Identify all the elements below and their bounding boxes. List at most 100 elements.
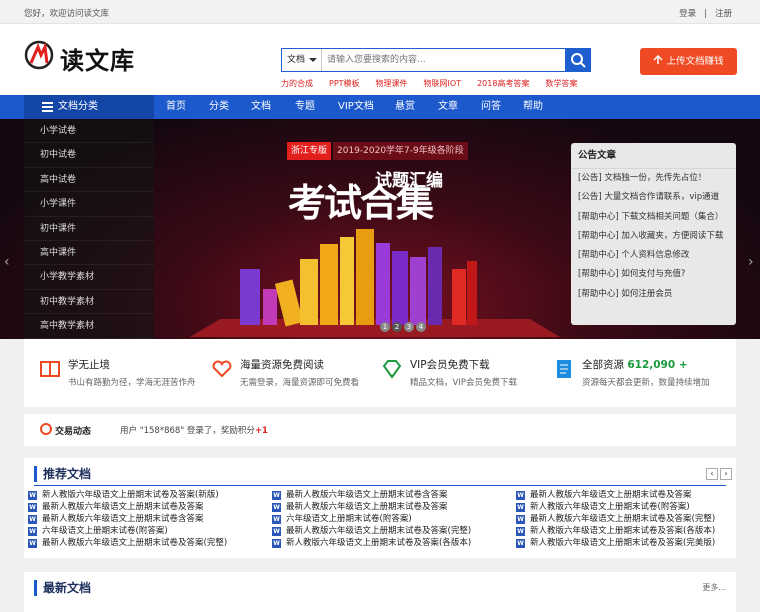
- doc-link[interactable]: W 最新人教版六年级语文上册期末试卷及答案(完整): [272, 525, 471, 537]
- doc-link[interactable]: W 最新人教版六年级语文上册期末试卷及答案(完整): [28, 537, 227, 549]
- category-item[interactable]: 初中试卷: [24, 143, 154, 168]
- prev-page-button[interactable]: ‹: [706, 468, 718, 480]
- feature-title: 全部资源 612,090 +: [582, 357, 688, 372]
- notice-item[interactable]: [帮助中心] 如何注册会员: [571, 285, 736, 304]
- trade-activity: 交易动态 用户 "158*868" 登录了，奖励积分+1: [24, 414, 736, 446]
- notice-item[interactable]: [帮助中心] 如何支付与充值?: [571, 265, 736, 284]
- nav-item-help[interactable]: 帮助: [523, 95, 543, 119]
- doc-link[interactable]: W 新人教版六年级语文上册期末试卷及答案(新版): [28, 489, 227, 501]
- feature-title-text: 全部资源: [582, 359, 624, 371]
- next-page-button[interactable]: ›: [720, 468, 732, 480]
- prev-arrow-icon[interactable]: ‹: [4, 254, 10, 270]
- recommended-panel: 推荐文档 ‹ › W 新人教版六年级语文上册期末试卷及答案(新版) W 最新人教版六…: [24, 458, 736, 558]
- doc-link[interactable]: W 新人教版六年级语文上册期末试卷及答案(各版本): [516, 525, 715, 537]
- search-type-select[interactable]: 文档: [282, 49, 322, 71]
- recommended-title: 推荐文档: [34, 466, 91, 482]
- upload-button[interactable]: 上传文档赚钱: [640, 48, 737, 75]
- notice-item[interactable]: [帮助中心] 个人资料信息修改: [571, 246, 736, 265]
- more-link[interactable]: 更多...: [702, 582, 726, 593]
- category-menu-toggle[interactable]: 文档分类: [24, 95, 154, 119]
- word-doc-icon: W: [28, 539, 37, 548]
- category-item[interactable]: 高中试卷: [24, 168, 154, 193]
- doc-link[interactable]: W 最新人教版六年级语文上册期末试卷及答案: [28, 501, 227, 513]
- next-arrow-icon[interactable]: ›: [748, 254, 754, 270]
- doc-link[interactable]: W 新人教版六年级语文上册期末试卷及答案(各版本): [272, 537, 471, 549]
- doc-title: 最新人教版六年级语文上册期末试卷及答案: [42, 502, 204, 512]
- trade-label: 交易动态: [40, 424, 91, 437]
- doc-link[interactable]: W 最新人教版六年级语文上册期末试卷含答案: [28, 513, 227, 525]
- doc-title: 六年级语文上册期末试卷(附答案): [286, 514, 412, 524]
- hot-keyword[interactable]: 物理课件: [376, 79, 408, 88]
- category-item[interactable]: 小学试卷: [24, 119, 154, 144]
- hot-keywords: 力的合成 PPT模板 物理课件 物联网IOT 2018高考答案 数学答案: [281, 78, 611, 89]
- document-icon: [557, 360, 571, 378]
- doc-link[interactable]: W 六年级语文上册期末试卷(附答案): [28, 525, 227, 537]
- banner-small-title: 试题汇编: [375, 171, 443, 191]
- resource-count: 612,090 +: [627, 359, 688, 371]
- chevron-right-icon: ›: [724, 469, 728, 478]
- word-doc-icon: W: [28, 527, 37, 536]
- doc-link[interactable]: W 最新人教版六年级语文上册期末试卷含答案: [272, 489, 471, 501]
- doc-link[interactable]: W 最新人教版六年级语文上册期末试卷及答案: [516, 489, 715, 501]
- search-button[interactable]: [565, 48, 591, 72]
- notice-item[interactable]: [帮助中心] 加入收藏夹，方便阅读下载: [571, 227, 736, 246]
- doc-link[interactable]: W 最新人教版六年级语文上册期末试卷及答案: [272, 501, 471, 513]
- panel-divider: [34, 485, 726, 486]
- hot-keyword[interactable]: 物联网IOT: [424, 79, 462, 88]
- nav-item-category[interactable]: 分类: [209, 95, 229, 119]
- doc-title: 最新人教版六年级语文上册期末试卷及答案(完整): [530, 514, 716, 524]
- category-item[interactable]: 高中课件: [24, 241, 154, 266]
- register-link[interactable]: 注册: [715, 9, 732, 19]
- search-type-label: 文档: [287, 55, 306, 65]
- header: 读文库 文档 力的合成 PPT模板 物理课件 物联网IOT 2018高考答案 数学答案 上…: [0, 24, 760, 95]
- category-item[interactable]: 小学课件: [24, 192, 154, 217]
- nav-item-docs[interactable]: 文档: [251, 95, 271, 119]
- doc-link[interactable]: W 新人教版六年级语文上册期末试卷(附答案): [516, 501, 715, 513]
- nav-item-topics[interactable]: 专题: [295, 95, 315, 119]
- carousel-dot[interactable]: 1: [380, 322, 390, 332]
- hot-keyword[interactable]: 2018高考答案: [477, 79, 529, 88]
- feature-title: 海量资源免费阅读: [240, 359, 324, 371]
- category-item[interactable]: 初中课件: [24, 217, 154, 241]
- carousel-dot[interactable]: 4: [416, 322, 426, 332]
- search-box: 文档: [281, 48, 591, 72]
- login-link[interactable]: 登录: [679, 9, 696, 19]
- word-doc-icon: W: [516, 491, 525, 500]
- nav-item-articles[interactable]: 文章: [438, 95, 458, 119]
- carousel-dot[interactable]: 2: [392, 322, 402, 332]
- doc-title: 最新人教版六年级语文上册期末试卷及答案: [530, 490, 692, 500]
- word-doc-icon: W: [28, 515, 37, 524]
- nav-item-home[interactable]: 首页: [166, 95, 186, 119]
- hot-keyword[interactable]: 力的合成: [281, 79, 313, 88]
- hot-keyword[interactable]: PPT模板: [329, 79, 360, 88]
- search-input[interactable]: [324, 50, 564, 70]
- nav-item-vip-docs[interactable]: VIP文档: [338, 95, 374, 119]
- category-item[interactable]: 小学教学素材: [24, 265, 154, 290]
- category-item[interactable]: 高中教学素材: [24, 314, 154, 339]
- hot-keyword[interactable]: 数学答案: [545, 79, 577, 88]
- logo-text[interactable]: 读文库: [60, 41, 135, 76]
- word-doc-icon: W: [272, 515, 281, 524]
- word-doc-icon: W: [272, 527, 281, 536]
- feature-desc: 书山有路勤为径，学海无涯苦作舟: [68, 378, 196, 388]
- doc-title: 最新人教版六年级语文上册期末试卷及答案(完整): [42, 538, 228, 548]
- chevron-left-icon: ‹: [710, 469, 714, 478]
- carousel-dot[interactable]: 3: [404, 322, 414, 332]
- logo-icon[interactable]: [24, 40, 54, 70]
- notice-item[interactable]: [公告] 大量文档合作请联系，vip通道: [571, 188, 736, 207]
- word-doc-icon: W: [28, 503, 37, 512]
- notice-item[interactable]: [公告] 文档独一份，先传先占位！: [571, 169, 736, 188]
- notice-item[interactable]: [帮助中心] 下载文档相关问题（集合）: [571, 208, 736, 227]
- auth-separator: |: [704, 9, 707, 19]
- upload-icon: [653, 54, 664, 64]
- category-item[interactable]: 初中教学素材: [24, 290, 154, 315]
- doc-link[interactable]: W 最新人教版六年级语文上册期末试卷及答案(完整): [516, 513, 715, 525]
- nav-item-qa[interactable]: 问答: [481, 95, 501, 119]
- doc-link[interactable]: W 新人教版六年级语文上册期末试卷及答案(完美版): [516, 537, 715, 549]
- trade-message: 用户 "158*868" 登录了，奖励积分+1: [120, 424, 268, 436]
- trade-message-text: 用户 "158*868" 登录了，奖励积分: [120, 426, 255, 436]
- doc-column: W 最新人教版六年级语文上册期末试卷含答案 W 最新人教版六年级语文上册期末试卷及答…: [272, 489, 471, 549]
- word-doc-icon: W: [516, 527, 525, 536]
- nav-item-bounty[interactable]: 悬赏: [395, 95, 415, 119]
- doc-link[interactable]: W 六年级语文上册期末试卷(附答案): [272, 513, 471, 525]
